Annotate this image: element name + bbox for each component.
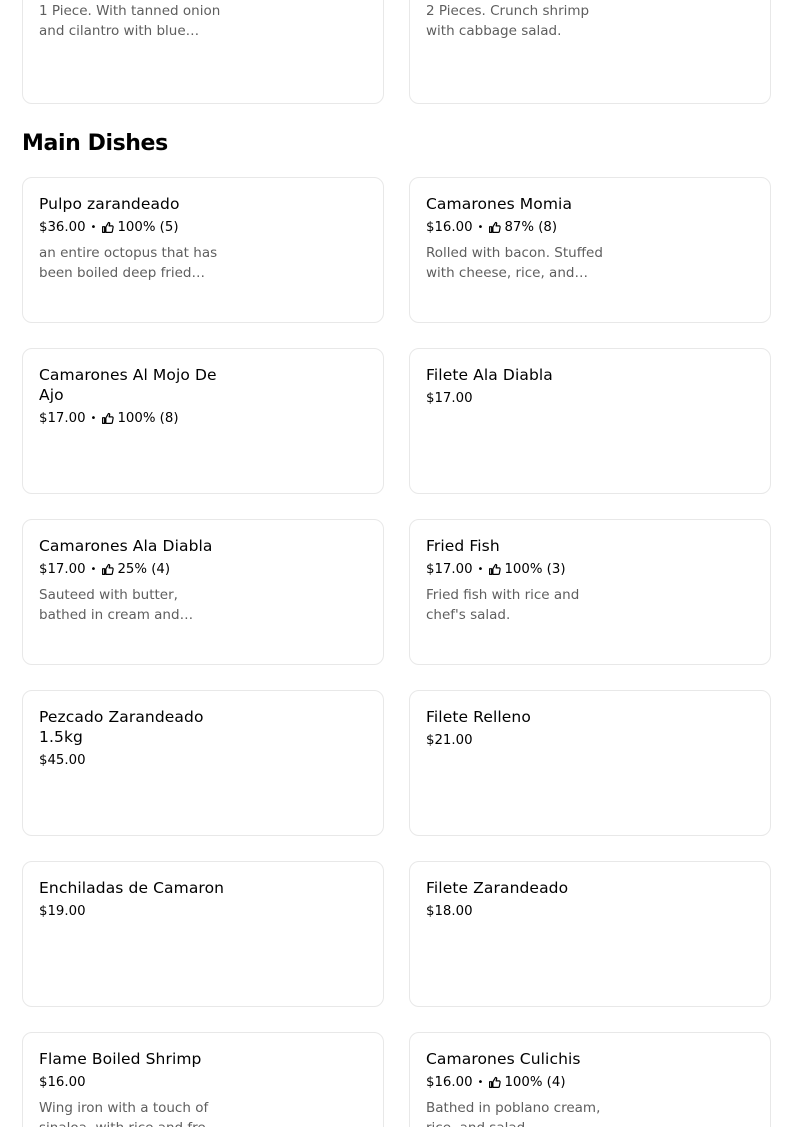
item-rating: 100% (5) [117,220,179,235]
menu-item-card[interactable]: Filete Zarandeado $18.00 [409,861,771,1007]
previous-section-grid: $9.00•33% (3)1 Piece. With tanned onion … [22,0,771,104]
menu-item-card[interactable]: Camarones Culichis $16.00 • 100% (4) Bathed … [409,1032,771,1127]
item-meta: $17.00 [426,390,754,407]
item-meta: $17.00 • 100% (8) [39,410,367,427]
item-rating: 100% (4) [504,1075,566,1090]
item-rating: 25% (4) [117,562,171,577]
thumbs-up-icon [488,221,502,234]
item-description: 2 Pieces. Crunch shrimp with cabbage sal… [426,3,590,39]
item-price: $36.00 [39,220,86,235]
item-name: Flame Boiled Shrimp [39,1050,202,1068]
item-rating: 100% (3) [504,562,566,577]
menu-item-card[interactable]: Camarones Momia $16.00 • 87% (8) Rolled with… [409,177,771,323]
item-description: Fried fish with rice and chef's salad. [426,587,580,623]
separator-dot: • [90,413,97,424]
item-meta: $16.00 • 87% (8) [426,219,754,236]
item-price: $17.00 [426,562,473,577]
item-rating: 100% (8) [117,411,179,426]
menu-item-card[interactable]: Pezcado Zarandeado 1.5kg $45.00 [22,690,384,836]
item-description: Rolled with bacon. Stuffed with cheese, … [426,245,603,281]
thumbs-up-icon [101,221,115,234]
main-dishes-grid: Pulpo zarandeado $36.00 • 100% (5) an entire… [22,177,771,1127]
menu-item-card[interactable]: Camarones Ala Diabla $17.00 • 25% (4) Sautee… [22,519,384,665]
menu-item-card[interactable]: Enchiladas de Camaron $19.00 [22,861,384,1007]
thumbs-up-icon [488,563,502,576]
item-name: Camarones Al Mojo De Ajo [39,366,217,404]
menu-item-card[interactable]: Camarones Al Mojo De Ajo $17.00 • 100% (8) [22,348,384,494]
item-name: Filete Ala Diabla [426,366,553,384]
item-name: Enchiladas de Camaron [39,879,225,897]
item-description: 1 Piece. With tanned onion and cilantro … [39,3,221,39]
item-meta: $21.00 [426,732,754,749]
separator-dot: • [90,222,97,233]
separator-dot: • [90,564,97,575]
menu-item-card[interactable]: Pulpo zarandeado $36.00 • 100% (5) an entire… [22,177,384,323]
item-meta: $36.00 • 100% (5) [39,219,367,236]
item-price: $16.00 [39,1075,86,1090]
item-name: Pezcado Zarandeado 1.5kg [39,708,204,746]
menu-item-card[interactable]: $9.00•33% (3)1 Piece. With tanned onion … [22,0,384,104]
item-name: Fried Fish [426,537,500,555]
item-name: Pulpo zarandeado [39,195,180,213]
menu-item-card[interactable]: Filete Relleno $21.00 [409,690,771,836]
item-description: Wing iron with a touch of sinaloa, with … [39,1100,221,1127]
item-meta: $17.00 • 100% (3) [426,561,754,578]
item-price: $16.00 [426,1075,473,1090]
item-name: Filete Zarandeado [426,879,569,897]
separator-dot: • [477,564,484,575]
item-price: $17.00 [39,562,86,577]
item-price: $17.00 [39,411,86,426]
item-price: $16.00 [426,220,473,235]
item-name: Filete Relleno [426,708,531,726]
menu-item-card[interactable]: $7.002 Pieces. Crunch shrimp with cabbag… [409,0,771,104]
item-description: an entire octopus that has been boiled d… [39,245,218,281]
item-meta: $16.00 • 100% (4) [426,1074,754,1091]
separator-dot: • [477,222,484,233]
item-meta: $18.00 [426,903,754,920]
item-meta: $45.00 [39,752,367,769]
item-price: $17.00 [426,391,473,406]
item-price: $18.00 [426,904,473,919]
thumbs-up-icon [488,1076,502,1089]
item-description: Sauteed with butter, bathed in cream and… [39,587,180,623]
item-meta: $19.00 [39,903,367,920]
menu-item-card[interactable]: Fried Fish $17.00 • 100% (3) Fried fish with… [409,519,771,665]
item-price: $21.00 [426,733,473,748]
item-name: Camarones Culichis [426,1050,581,1068]
item-name: Camarones Ala Diabla [39,537,213,555]
item-price: $19.00 [39,904,86,919]
item-rating: 87% (8) [504,220,558,235]
thumbs-up-icon [101,563,115,576]
menu-item-card[interactable]: Filete Ala Diabla $17.00 [409,348,771,494]
separator-dot: • [477,1077,484,1088]
item-price: $45.00 [39,753,86,768]
item-meta: $17.00 • 25% (4) [39,561,367,578]
item-name: Camarones Momia [426,195,573,213]
menu-item-card[interactable]: Flame Boiled Shrimp $16.00 Wing iron with … [22,1032,384,1127]
item-description: Bathed in poblano cream, rice, and salad… [426,1100,601,1127]
item-meta: $16.00 [39,1074,367,1091]
thumbs-up-icon [101,412,115,425]
section-title: Main Dishes [22,131,168,156]
